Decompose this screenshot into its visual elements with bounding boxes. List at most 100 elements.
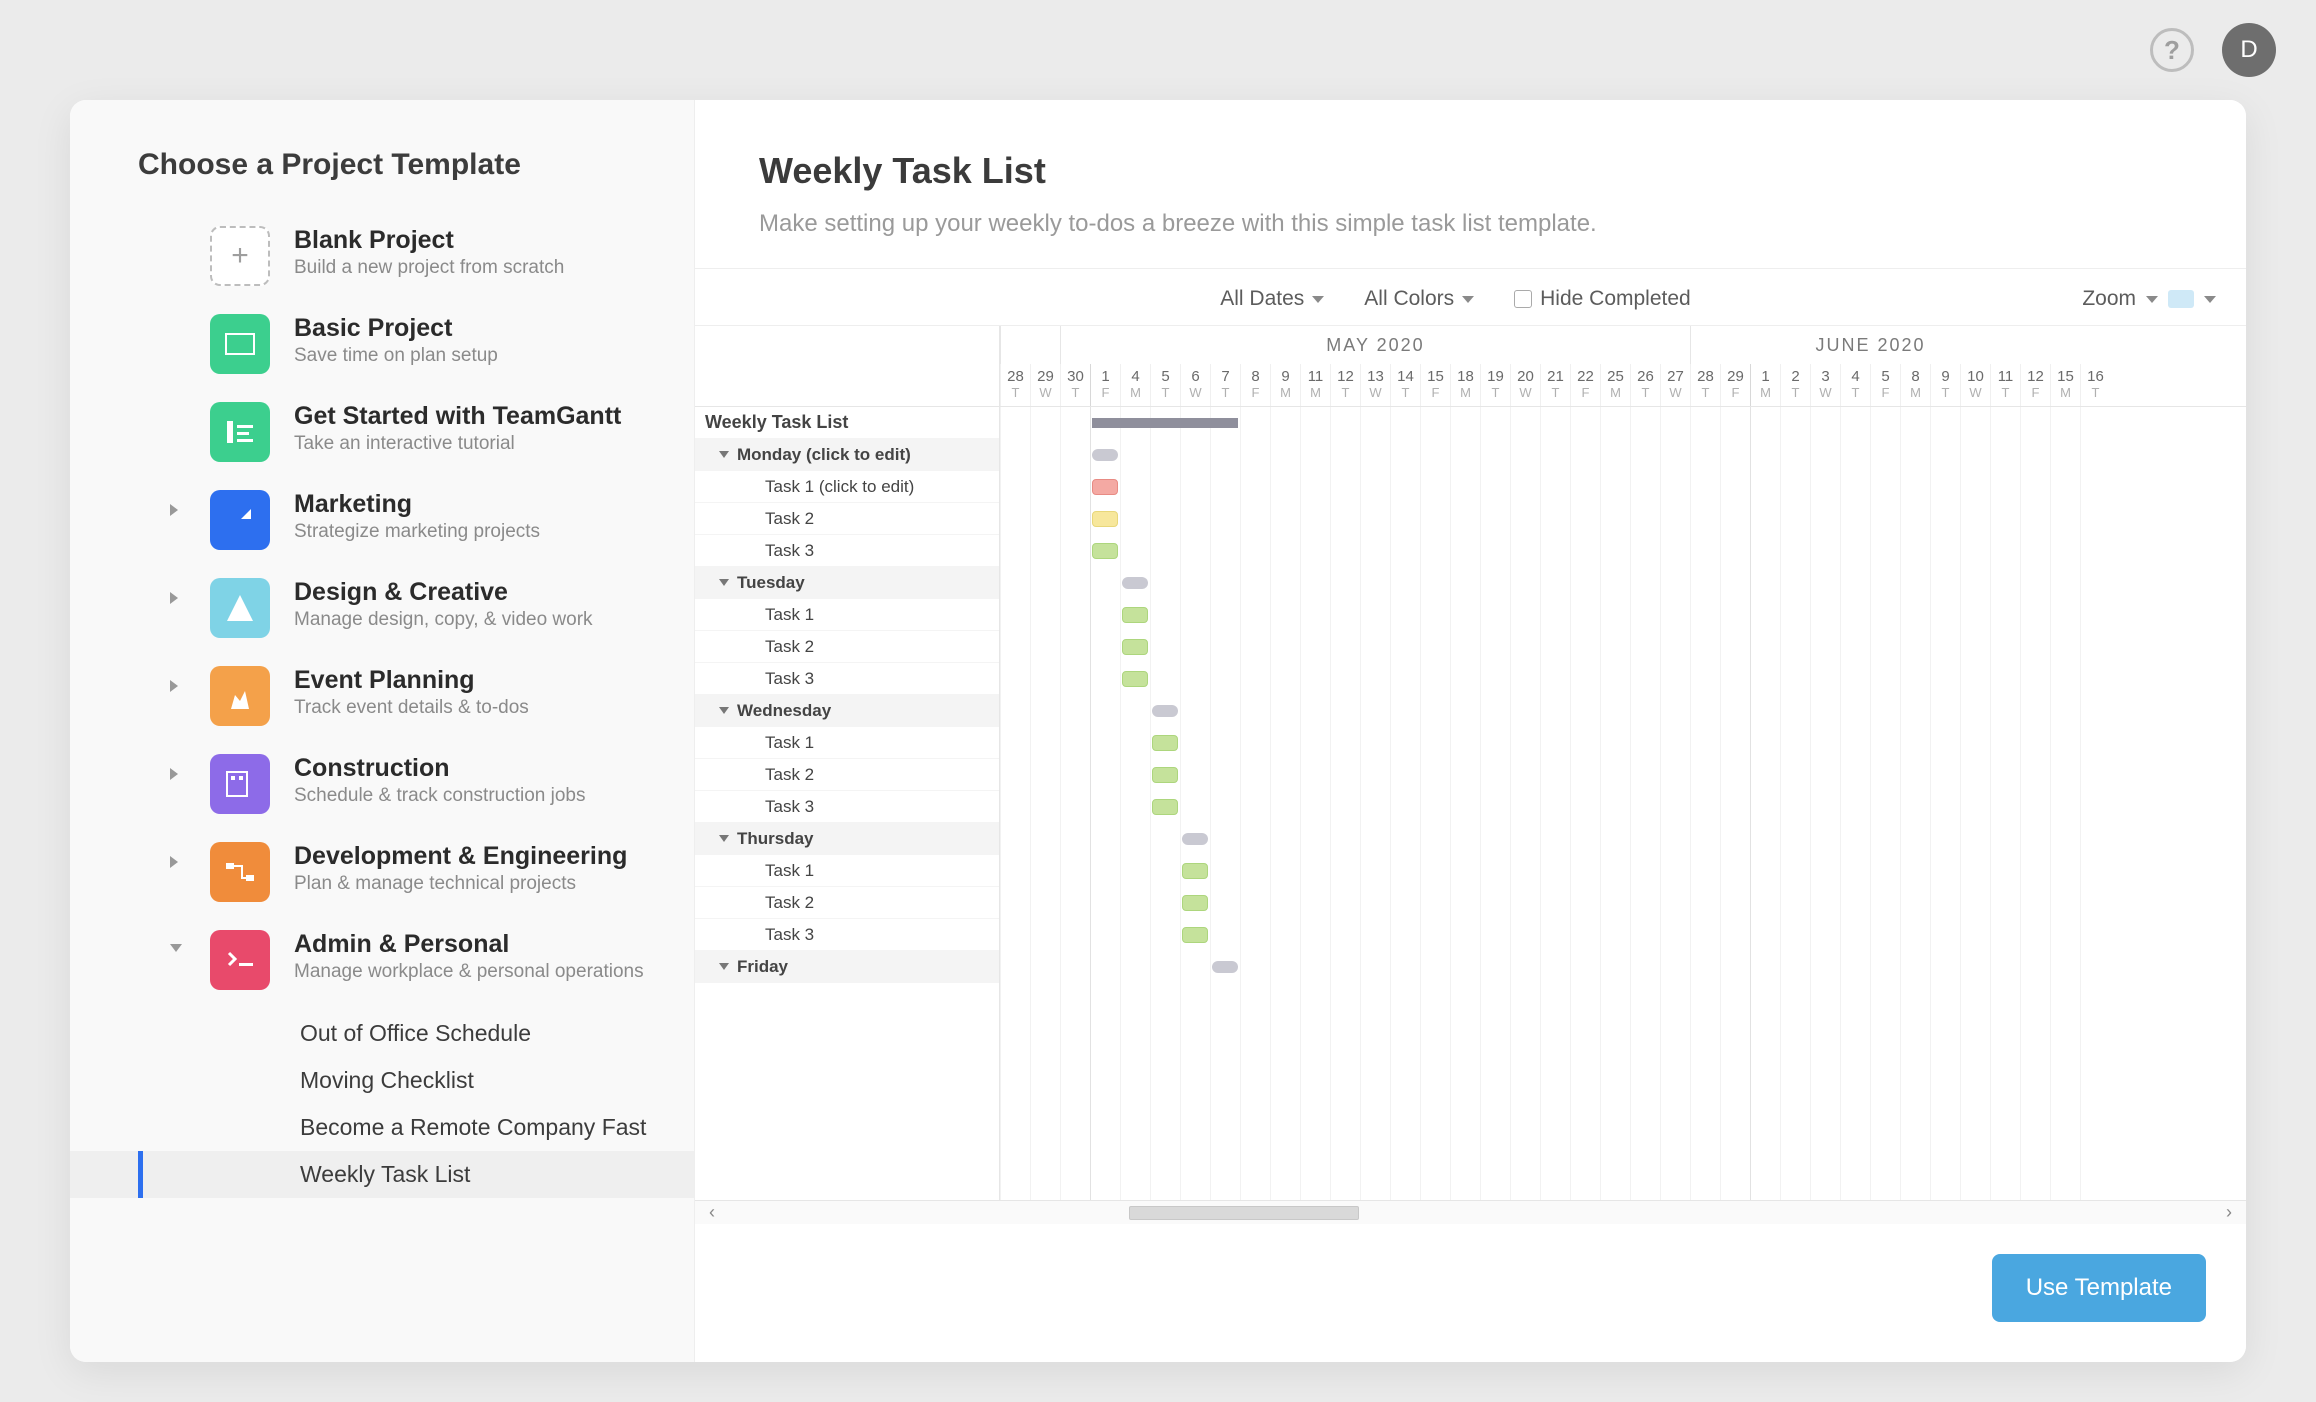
project-row[interactable]: Weekly Task List <box>695 407 999 439</box>
gantt-bar[interactable] <box>1122 607 1148 623</box>
day-column: 19T <box>1480 364 1510 406</box>
collapse-icon <box>719 451 729 458</box>
day-column: 9T <box>1930 364 1960 406</box>
template-item-basic[interactable]: Basic ProjectSave time on plan setup <box>70 300 694 388</box>
help-button[interactable]: ? <box>2150 28 2194 72</box>
task-row[interactable]: Task 1 <box>695 727 999 759</box>
task-row[interactable]: Task 2 <box>695 631 999 663</box>
day-column: 29F <box>1720 364 1750 406</box>
filter-colors[interactable]: All Colors <box>1364 287 1474 311</box>
preview-title: Weekly Task List <box>759 150 2246 192</box>
sidebar: Choose a Project Template +Blank Project… <box>70 100 695 1362</box>
filter-dates[interactable]: All Dates <box>1220 287 1324 311</box>
day-column: 26T <box>1630 364 1660 406</box>
chevron-down-icon <box>1462 296 1474 303</box>
template-item-event[interactable]: Event PlanningTrack event details & to-d… <box>70 652 694 740</box>
day-column: 14T <box>1390 364 1420 406</box>
template-desc: Manage design, copy, & video work <box>294 609 593 631</box>
day-column: 6W <box>1180 364 1210 406</box>
day-column: 9M <box>1270 364 1300 406</box>
task-row[interactable]: Task 2 <box>695 503 999 535</box>
task-row[interactable]: Task 3 <box>695 919 999 951</box>
chevron-down-icon[interactable] <box>170 944 182 952</box>
use-template-button[interactable]: Use Template <box>1992 1254 2206 1322</box>
gantt-bar[interactable] <box>1092 511 1118 527</box>
chevron-right-icon[interactable] <box>170 856 178 868</box>
gantt-bar[interactable] <box>1182 895 1208 911</box>
task-row[interactable]: Task 3 <box>695 535 999 567</box>
template-item-plus[interactable]: +Blank ProjectBuild a new project from s… <box>70 212 694 300</box>
gantt-bar[interactable] <box>1092 449 1118 461</box>
gantt-bar[interactable] <box>1092 418 1238 428</box>
construction-icon <box>210 754 270 814</box>
zoom-color-swatch[interactable] <box>2168 290 2194 308</box>
task-column: Weekly Task ListMonday (click to edit)Ta… <box>695 407 1000 1200</box>
gantt-bar[interactable] <box>1152 735 1178 751</box>
gantt-bar[interactable] <box>1122 671 1148 687</box>
template-item-design[interactable]: Design & CreativeManage design, copy, & … <box>70 564 694 652</box>
task-row[interactable]: Task 2 <box>695 759 999 791</box>
gantt-bar[interactable] <box>1152 799 1178 815</box>
day-column: 7T <box>1210 364 1240 406</box>
scroll-left-icon[interactable]: ‹ <box>709 1202 715 1223</box>
task-row[interactable]: Task 1 <box>695 855 999 887</box>
template-item-admin[interactable]: Admin & PersonalManage workplace & perso… <box>70 916 694 1004</box>
template-item-marketing[interactable]: MarketingStrategize marketing projects <box>70 476 694 564</box>
day-column: 11M <box>1300 364 1330 406</box>
chevron-right-icon[interactable] <box>170 504 178 516</box>
day-column: 8F <box>1240 364 1270 406</box>
gantt-bar[interactable] <box>1092 479 1118 495</box>
template-name: Blank Project <box>294 226 564 255</box>
day-column: 12F <box>2020 364 2050 406</box>
horizontal-scrollbar[interactable]: ‹ › <box>695 1200 2246 1224</box>
group-row[interactable]: Friday <box>695 951 999 983</box>
gantt-bar[interactable] <box>1152 767 1178 783</box>
gantt-bar[interactable] <box>1122 577 1148 589</box>
gantt-bar[interactable] <box>1182 833 1208 845</box>
gantt-bar[interactable] <box>1122 639 1148 655</box>
group-row[interactable]: Wednesday <box>695 695 999 727</box>
filter-dates-label: All Dates <box>1220 287 1304 311</box>
template-item-construction[interactable]: ConstructionSchedule & track constructio… <box>70 740 694 828</box>
sub-template-item[interactable]: Weekly Task List <box>70 1151 694 1198</box>
day-column: 16T <box>2080 364 2110 406</box>
task-row[interactable]: Task 2 <box>695 887 999 919</box>
task-row[interactable]: Task 3 <box>695 791 999 823</box>
scroll-right-icon[interactable]: › <box>2226 1202 2232 1223</box>
collapse-icon <box>719 963 729 970</box>
chevron-right-icon[interactable] <box>170 768 178 780</box>
dev-icon <box>210 842 270 902</box>
chart-column[interactable] <box>1000 407 2246 1200</box>
template-item-dev[interactable]: Development & EngineeringPlan & manage t… <box>70 828 694 916</box>
gantt-bar[interactable] <box>1182 927 1208 943</box>
group-row[interactable]: Monday (click to edit) <box>695 439 999 471</box>
hide-completed-toggle[interactable]: Hide Completed <box>1514 287 1691 311</box>
design-icon <box>210 578 270 638</box>
gantt-bar[interactable] <box>1152 705 1178 717</box>
sub-template-item[interactable]: Out of Office Schedule <box>70 1010 694 1057</box>
template-name: Development & Engineering <box>294 842 627 871</box>
chevron-right-icon[interactable] <box>170 680 178 692</box>
collapse-icon <box>719 835 729 842</box>
gantt-bar[interactable] <box>1092 543 1118 559</box>
day-column: 5F <box>1870 364 1900 406</box>
sub-template-item[interactable]: Moving Checklist <box>70 1057 694 1104</box>
group-row[interactable]: Thursday <box>695 823 999 855</box>
chevron-down-icon[interactable] <box>2204 296 2216 303</box>
scrollbar-thumb[interactable] <box>1129 1206 1359 1220</box>
month-label: JUNE 2020 <box>1690 326 2050 364</box>
sub-template-item[interactable]: Become a Remote Company Fast <box>70 1104 694 1151</box>
chevron-right-icon[interactable] <box>170 592 178 604</box>
group-row[interactable]: Tuesday <box>695 567 999 599</box>
chevron-down-icon <box>1312 296 1324 303</box>
template-desc: Manage workplace & personal operations <box>294 961 644 983</box>
template-item-tutorial[interactable]: Get Started with TeamGanttTake an intera… <box>70 388 694 476</box>
avatar[interactable]: D <box>2222 23 2276 77</box>
day-column: 4T <box>1840 364 1870 406</box>
task-row[interactable]: Task 1 <box>695 599 999 631</box>
gantt-bar[interactable] <box>1182 863 1208 879</box>
task-row[interactable]: Task 1 (click to edit) <box>695 471 999 503</box>
chevron-down-icon[interactable] <box>2146 296 2158 303</box>
task-row[interactable]: Task 3 <box>695 663 999 695</box>
gantt-bar[interactable] <box>1212 961 1238 973</box>
